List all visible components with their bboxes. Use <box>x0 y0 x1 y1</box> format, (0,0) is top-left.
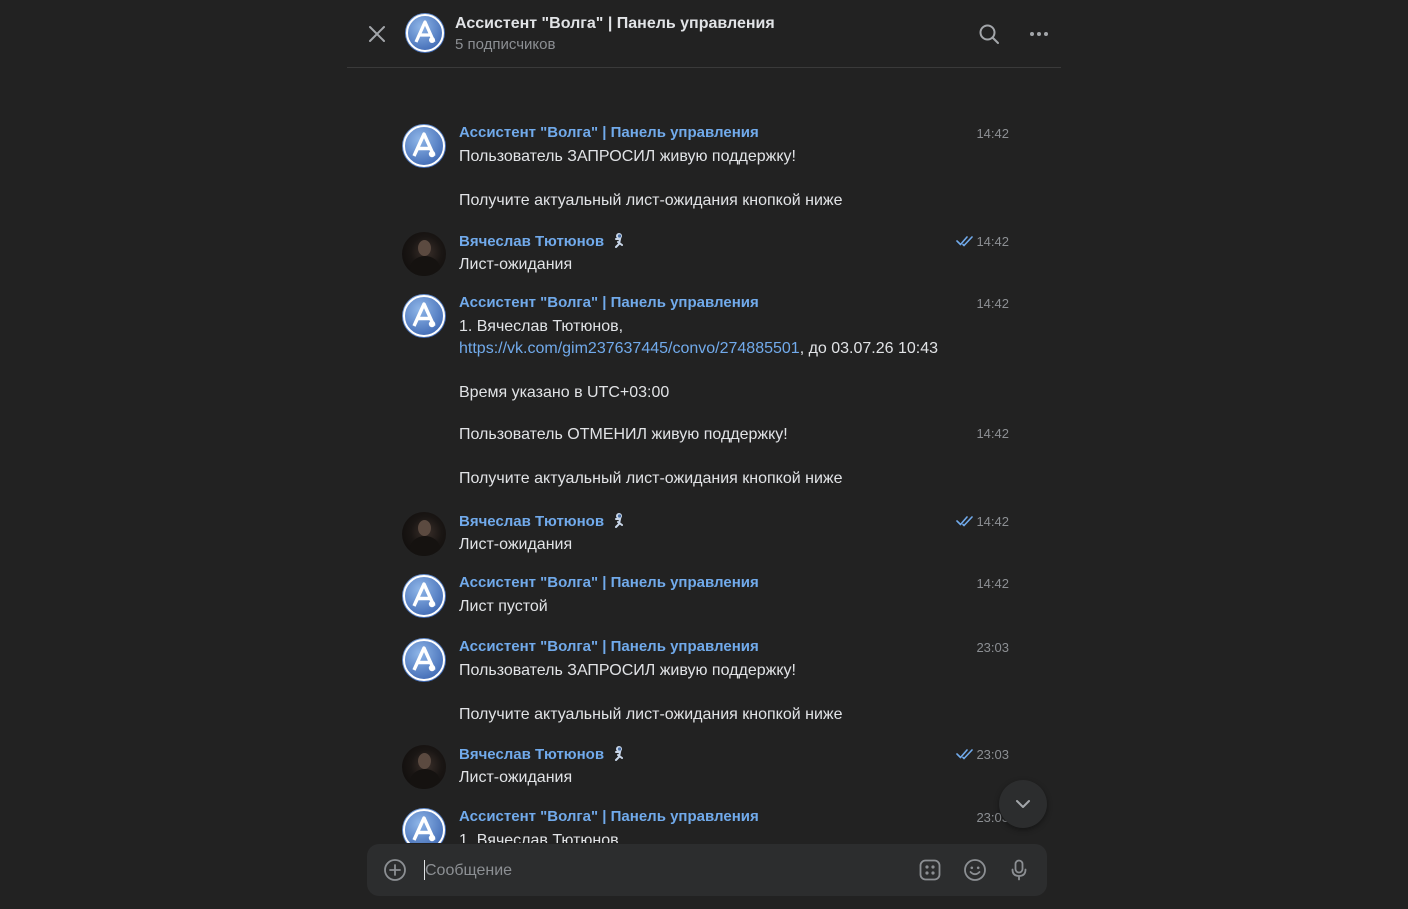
time-value: 23:03 <box>976 747 1009 762</box>
double-check-icon <box>956 749 974 760</box>
close-icon[interactable] <box>365 22 389 46</box>
message-text: 1. Вячеслав Тютюнов, <box>459 832 624 843</box>
message-text: Лист-ожидания <box>459 536 573 553</box>
message-time: 23:03 <box>956 747 1009 762</box>
emoji-icon[interactable] <box>963 858 987 882</box>
message-text: Лист-ожидания <box>459 769 573 786</box>
add-icon[interactable] <box>383 858 407 882</box>
convo-link[interactable]: https://vk.com/gim237637445/convo/274885… <box>459 340 800 357</box>
author-name: Вячеслав Тютюнов <box>459 233 605 250</box>
message-time: 23:03 <box>976 640 1009 655</box>
search-icon[interactable] <box>977 22 1001 46</box>
subscriber-count: 5 подписчиков <box>455 36 556 53</box>
text-line: https://vk.com/gim237637445/convo/274885… <box>459 338 999 360</box>
message-item[interactable]: Ассистент "Волга" | Панель управления 14… <box>402 574 1012 620</box>
user-avatar[interactable] <box>402 232 446 276</box>
message-item[interactable]: 14:42 Пользователь ОТМЕНИЛ живую поддерж… <box>402 424 1012 490</box>
message-text: 1. Вячеслав Тютюнов, https://vk.com/gim2… <box>459 316 999 404</box>
bot-avatar[interactable] <box>402 808 446 843</box>
bot-avatar[interactable] <box>402 294 446 338</box>
bot-avatar[interactable] <box>402 124 446 168</box>
message-text: Лист-ожидания <box>459 256 573 273</box>
message-author[interactable]: Вячеслав Тютюнов <box>459 512 626 530</box>
message-author[interactable]: Ассистент "Волга" | Панель управления <box>459 808 759 825</box>
message-author[interactable]: Вячеслав Тютюнов <box>459 232 626 250</box>
message-time: 14:42 <box>976 576 1009 591</box>
message-composer <box>367 844 1047 896</box>
message-item[interactable]: Ассистент "Волга" | Панель управления 14… <box>402 294 1012 404</box>
message-time: 14:42 <box>976 426 1009 441</box>
message-author[interactable]: Вячеслав Тютюнов <box>459 745 626 763</box>
astronaut-icon <box>615 746 624 761</box>
user-avatar[interactable] <box>402 512 446 556</box>
message-text: Пользователь ЗАПРОСИЛ живую поддержку! П… <box>459 662 843 723</box>
text-fragment: , до 03.07.26 10:43 <box>799 340 939 357</box>
message-item[interactable]: Ассистент "Волга" | Панель управления 23… <box>402 638 1012 728</box>
author-name: Вячеслав Тютюнов <box>459 746 605 763</box>
more-icon[interactable] <box>1027 22 1051 46</box>
author-name: Вячеслав Тютюнов <box>459 513 605 530</box>
message-text: Пользователь ОТМЕНИЛ живую поддержку! По… <box>459 426 843 487</box>
microphone-icon[interactable] <box>1007 858 1031 882</box>
chat-title[interactable]: Ассистент "Волга" | Панель управления <box>455 15 775 33</box>
message-time: 14:42 <box>976 296 1009 311</box>
message-author[interactable]: Ассистент "Волга" | Панель управления <box>459 124 759 141</box>
double-check-icon <box>956 516 974 527</box>
message-list[interactable]: Ассистент "Волга" | Панель управления 14… <box>347 68 1061 843</box>
bot-avatar[interactable] <box>402 574 446 618</box>
message-time: 14:42 <box>976 126 1009 141</box>
message-text: Пользователь ЗАПРОСИЛ живую поддержку! П… <box>459 148 843 209</box>
time-value: 14:42 <box>976 234 1009 249</box>
chat-header: Ассистент "Волга" | Панель управления 5 … <box>347 0 1061 68</box>
astronaut-icon <box>615 513 624 528</box>
chat-window: Ассистент "Волга" | Панель управления 5 … <box>347 0 1061 909</box>
message-item[interactable]: Вячеслав Тютюнов 23:03 Лист-ожидания <box>402 745 1012 791</box>
message-author[interactable]: Ассистент "Волга" | Панель управления <box>459 294 759 311</box>
astronaut-icon <box>615 233 624 248</box>
double-check-icon <box>956 236 974 247</box>
message-item[interactable]: Вячеслав Тютюнов 14:42 Лист-ожидания <box>402 512 1012 558</box>
keyboard-icon[interactable] <box>918 858 942 882</box>
bot-avatar[interactable] <box>405 13 445 53</box>
message-item[interactable]: Ассистент "Волга" | Панель управления 23… <box>402 808 1012 843</box>
message-text: Лист пустой <box>459 598 548 615</box>
message-time: 14:42 <box>956 234 1009 249</box>
scroll-down-button[interactable] <box>999 780 1047 828</box>
user-avatar[interactable] <box>402 745 446 789</box>
message-time: 14:42 <box>956 514 1009 529</box>
message-author[interactable]: Ассистент "Волга" | Панель управления <box>459 574 759 591</box>
text-line: Время указано в UTC+03:00 <box>459 384 670 401</box>
text-caret <box>424 860 425 880</box>
message-item[interactable]: Ассистент "Волга" | Панель управления 14… <box>402 124 1012 214</box>
message-input[interactable] <box>423 856 897 886</box>
message-item[interactable]: Вячеслав Тютюнов 14:42 Лист-ожидания <box>402 232 1012 278</box>
message-author[interactable]: Ассистент "Волга" | Панель управления <box>459 638 759 655</box>
chevron-down-icon <box>1016 800 1030 808</box>
time-value: 14:42 <box>976 514 1009 529</box>
text-line: 1. Вячеслав Тютюнов, <box>459 318 624 335</box>
bot-avatar[interactable] <box>402 638 446 682</box>
